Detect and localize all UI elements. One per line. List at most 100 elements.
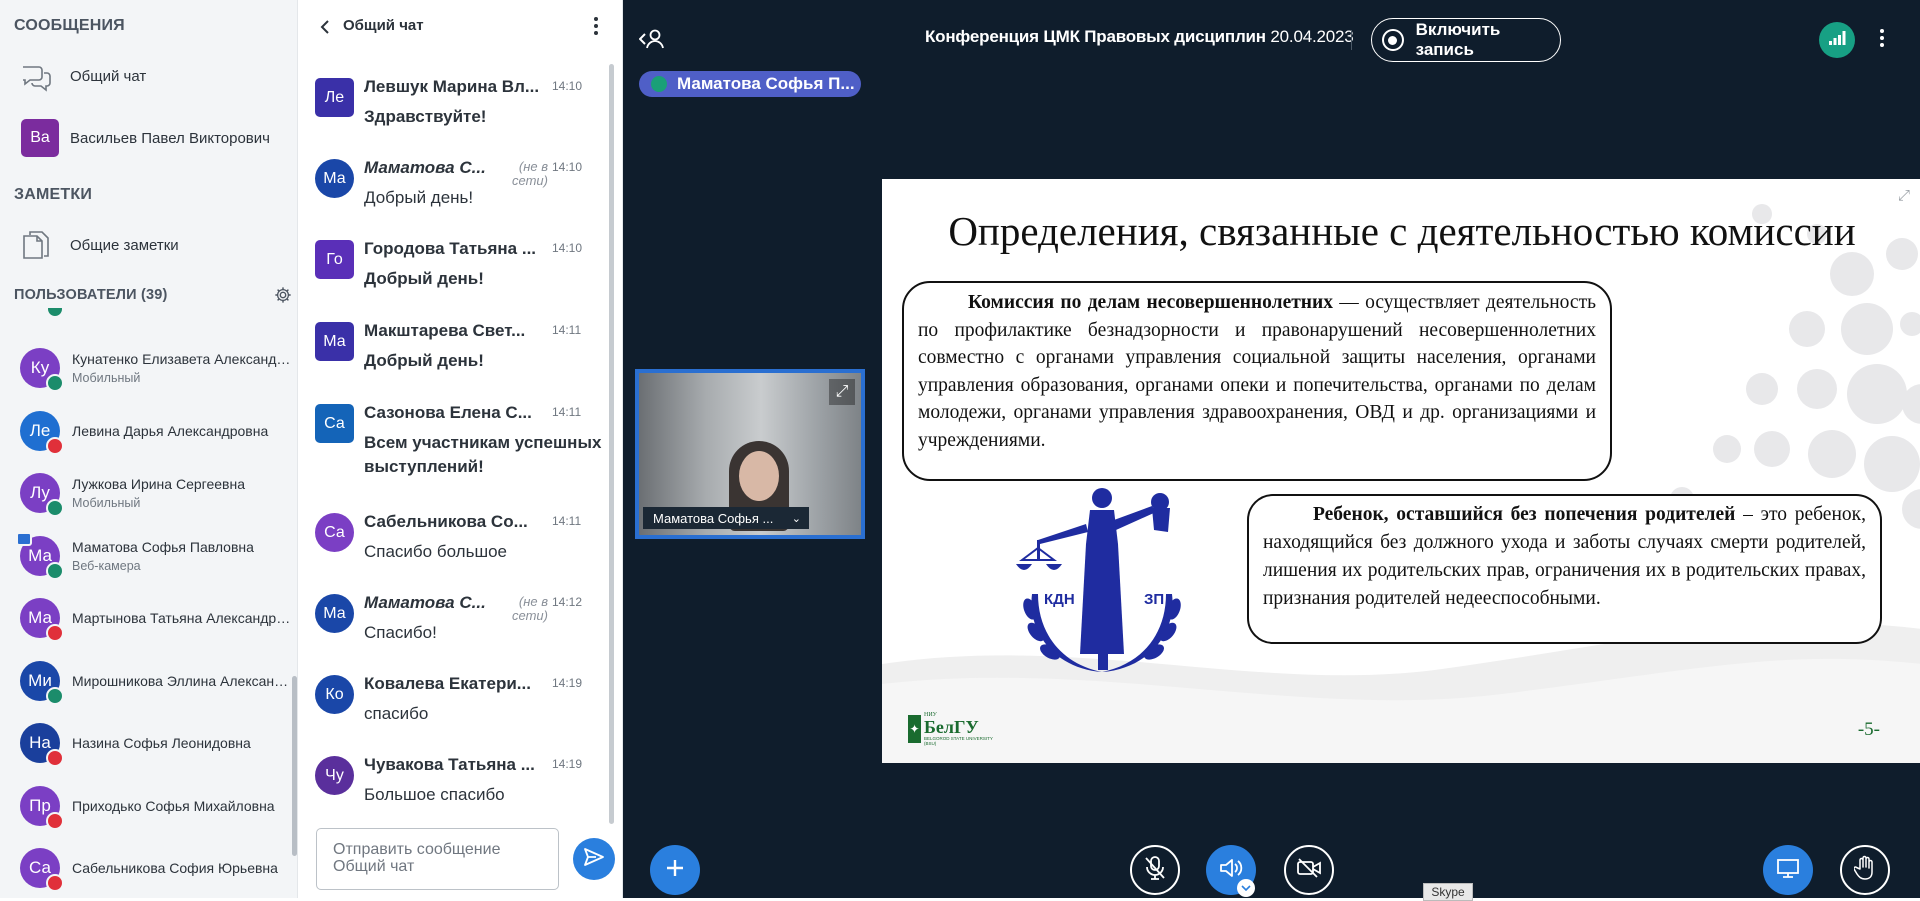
- message-sender: Макштарева Свет...: [364, 321, 526, 340]
- presentation-stage: Конференция ЦМК Правовых дисциплин 20.04…: [623, 0, 1920, 901]
- headphones-icon: [46, 374, 64, 392]
- headphones-icon: [46, 686, 64, 705]
- message-text: Спасибо большое: [364, 542, 507, 561]
- actions-plus-button[interactable]: [650, 845, 700, 895]
- muted-microphone-icon: [46, 874, 64, 892]
- kdn-emblem-image: [1016, 488, 1181, 672]
- message-sender: Ковалева Екатери...: [364, 674, 531, 693]
- start-recording-label: Включить запись: [1415, 20, 1501, 59]
- options-menu-icon[interactable]: [1877, 26, 1887, 52]
- webcam-toggle-button[interactable]: [1284, 845, 1334, 895]
- user-list-item[interactable]: Лу Лужкова Ирина Сергеевна Мобильный: [0, 461, 297, 523]
- user-list-item[interactable]: МиМирошникова Эллина Александровна: [0, 649, 297, 711]
- muted-microphone-icon: [46, 811, 64, 830]
- notes-document-icon: [22, 229, 50, 266]
- audio-settings-chevron-icon[interactable]: [1237, 879, 1255, 897]
- message-text: Большое спасибо: [364, 785, 505, 804]
- audio-button[interactable]: [1206, 845, 1256, 897]
- users-scrollbar[interactable]: [292, 676, 297, 856]
- message-text: спасибо: [364, 704, 429, 723]
- chat-panel: Общий чат Ле Левшук Марина Вл... 14:10 Здра…: [298, 0, 623, 898]
- message-time: 14:10: [552, 241, 583, 255]
- user-list-item[interactable]: Ку Кунатенко Елизавета Александровна Мобил…: [0, 336, 297, 398]
- fullscreen-expand-icon[interactable]: ⤢: [829, 379, 855, 405]
- raise-hand-button[interactable]: [1840, 845, 1890, 895]
- user-row-partial[interactable]: [0, 308, 297, 328]
- muted-microphone-icon: [46, 624, 64, 642]
- private-chat-name: Васильев Павел Викторович: [70, 129, 270, 147]
- public-chat-label: Общий чат: [70, 67, 147, 85]
- messages-section-title: СООБЩЕНИЯ: [14, 17, 125, 34]
- record-icon: [1382, 29, 1404, 51]
- user-list-item[interactable]: Са Сабельникова София Юрьевна: [0, 836, 297, 898]
- definition-text: — осуществляет деятельность по профилакт…: [918, 292, 1596, 451]
- hand-icon: [1853, 855, 1876, 886]
- users-section-title: ПОЛЬЗОВАТЕЛИ (39): [14, 287, 168, 303]
- presentation-screen-icon: [1776, 857, 1800, 884]
- user-list-item[interactable]: Ма Маматова Софья Павловна Веб-камера: [0, 524, 297, 586]
- shared-notes-label: Общие заметки: [70, 236, 179, 254]
- user-list-item[interactable]: Ле Левина Дарья Александровна: [0, 399, 297, 461]
- message-time: 14:19: [552, 676, 583, 690]
- chevron-down-icon: ⌄: [791, 512, 801, 525]
- avatar: Ма: [315, 159, 354, 198]
- bsu-logo: ✦ НИУ БелГУ BELGOROD STATE UNIVERSITY (B…: [908, 712, 993, 746]
- presenter-icon: [16, 531, 32, 546]
- skype-tooltip: Skype: [1423, 883, 1473, 901]
- presentation-toggle-button[interactable]: [1763, 845, 1813, 895]
- message-input[interactable]: Отправить сообщение Общий чат: [316, 828, 559, 890]
- shared-notes-item[interactable]: Общие заметки: [0, 221, 297, 269]
- chat-options-kebab-icon[interactable]: [593, 16, 599, 41]
- emblem-label-kdn: КДН: [1044, 591, 1075, 608]
- avatar: Са: [315, 404, 354, 443]
- message-sender: Городова Татьяна ...: [364, 239, 537, 258]
- user-list-item[interactable]: Ма Мартынова Татьяна Александровна: [0, 586, 297, 648]
- mute-microphone-button[interactable]: [1130, 845, 1180, 895]
- bsu-logo-subtext: BELGOROD STATE UNIVERSITY (BSU): [924, 736, 993, 746]
- avatar: Са: [315, 513, 354, 552]
- slide-fullscreen-icon[interactable]: ⤢: [1898, 187, 1910, 204]
- headphones-icon: [46, 499, 64, 517]
- user-name: Левина Дарья Александровна: [72, 422, 269, 439]
- send-icon: [583, 847, 605, 872]
- chat-scrollbar[interactable]: [609, 64, 614, 824]
- user-device-label: Веб-камера: [72, 558, 141, 573]
- user-device-label: Мобильный: [72, 496, 141, 510]
- talking-indicator[interactable]: Маматова Софья П...: [639, 71, 861, 97]
- avatar: Чу: [315, 756, 354, 795]
- conference-date: 20.04.2023: [1270, 27, 1354, 46]
- chat-header: Общий чат: [298, 0, 622, 54]
- avatar: Ва: [21, 119, 59, 157]
- avatar: Ко: [315, 675, 354, 714]
- public-chat-item[interactable]: Общий чат: [0, 52, 297, 100]
- chat-title: Общий чат: [343, 17, 424, 34]
- user-list-toggle-icon[interactable]: [638, 28, 665, 55]
- private-chat-item[interactable]: Ва Васильев Павел Викторович: [0, 114, 297, 162]
- message-time: 14:11: [552, 323, 582, 337]
- speaker-volume-icon: [1219, 857, 1243, 884]
- send-message-button[interactable]: [573, 838, 615, 880]
- webcam-face: [739, 451, 779, 501]
- message-sender: Сазонова Елена С...: [364, 403, 532, 422]
- gear-icon[interactable]: [274, 286, 292, 309]
- conference-name: Конференция ЦМК Правовых дисциплин: [925, 27, 1266, 46]
- slide-page-number: -5-: [1857, 719, 1880, 740]
- definition-term: Комиссия по делам несовершеннолетних: [968, 292, 1334, 313]
- user-name: Назина Софья Леонидовна: [72, 735, 251, 751]
- video-user-label[interactable]: Маматова Софья ... ⌄: [643, 507, 809, 529]
- user-name: Приходько Софья Михайловна: [72, 797, 275, 814]
- user-name: Мартынова Татьяна Александровна: [72, 610, 292, 626]
- user-list-item[interactable]: Пр Приходько Софья Михайловна: [0, 774, 297, 836]
- avatar: Ма: [315, 594, 354, 633]
- user-list-item[interactable]: На Назина Софья Леонидовна: [0, 711, 297, 773]
- muted-microphone-icon: [46, 436, 64, 455]
- webcam-video-tile[interactable]: ⤢ Маматова Софья ... ⌄: [635, 369, 865, 539]
- back-chevron-icon[interactable]: [320, 19, 330, 40]
- message-time: 14:10: [552, 160, 583, 174]
- connection-status-button[interactable]: [1819, 22, 1855, 58]
- start-recording-button[interactable]: Включить запись: [1371, 18, 1561, 62]
- signal-bars-icon: [1828, 30, 1846, 51]
- message-time: 14:12: [552, 595, 583, 609]
- muted-microphone-icon: [46, 749, 64, 767]
- offline-status: (не в сети): [512, 159, 548, 188]
